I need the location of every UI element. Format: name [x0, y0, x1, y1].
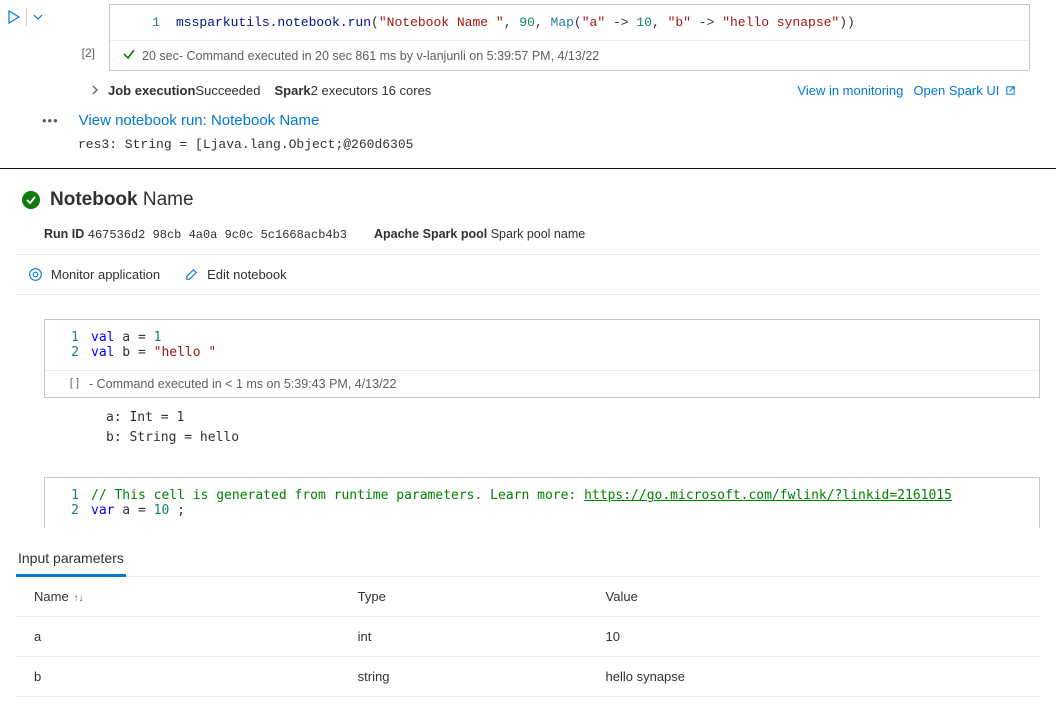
runid-label: Run ID	[44, 227, 84, 241]
table-row[interactable]: b string hello synapse	[16, 657, 1040, 697]
tab-input-parameters[interactable]: Input parameters	[16, 544, 126, 577]
view-monitoring-link[interactable]: View in monitoring	[797, 83, 903, 98]
exec-detail: - Command executed in < 1 ms on 5:39:43 …	[89, 377, 396, 391]
success-icon	[122, 47, 136, 64]
runid-value: 467536d2 98cb 4a0a 9c0c 5c1668acb4b3	[88, 228, 347, 242]
col-name[interactable]: Name ↑↓	[16, 577, 340, 617]
monitor-application-button[interactable]: Monitor application	[28, 267, 160, 282]
spark-pool-label: Apache Spark pool	[374, 227, 487, 241]
divider	[26, 8, 27, 26]
cell-exec-count: [2]	[55, 46, 95, 60]
edit-notebook-button[interactable]: Edit notebook	[184, 267, 287, 282]
spark-detail: 2 executors 16 cores	[311, 83, 432, 98]
col-type[interactable]: Type	[340, 577, 588, 617]
code-line[interactable]: // This cell is generated from runtime p…	[91, 488, 952, 503]
code-line[interactable]: val a = 1	[91, 330, 216, 345]
line-number: 2	[45, 345, 79, 360]
line-number: 1	[110, 15, 176, 30]
job-status: Succeeded	[195, 83, 260, 98]
spark-label: Spark	[274, 83, 310, 98]
line-number: 2	[45, 503, 79, 518]
sort-icon[interactable]: ↑↓	[71, 593, 84, 604]
code-line[interactable]: val b = "hello "	[91, 345, 216, 360]
result-output: res3: String = [Ljava.lang.Object;@260d6…	[0, 133, 1056, 164]
code-line[interactable]: mssparkutils.notebook.run("Notebook Name…	[176, 15, 1029, 30]
more-icon[interactable]: •••	[42, 113, 59, 128]
exec-detail: - Command executed in 20 sec 861 ms by v…	[179, 49, 599, 63]
line-number: 1	[45, 330, 79, 345]
spark-pool-value: Spark pool name	[491, 227, 586, 241]
code-line[interactable]: var a = 10 ;	[91, 503, 952, 518]
params-table: Name ↑↓ Type Value a int 10 b string hel…	[16, 577, 1040, 697]
section-divider	[0, 168, 1056, 169]
open-spark-ui-link[interactable]: Open Spark UI	[913, 83, 1016, 98]
status-success-icon	[22, 191, 40, 209]
code-cell[interactable]: 1 2 // This cell is generated from runti…	[44, 477, 1040, 528]
notebook-title: Notebook Name	[50, 189, 194, 211]
divider	[16, 294, 1040, 295]
code-cell[interactable]: 1 2 val a = 1 val b = "hello " [ ] - Com…	[44, 319, 1040, 398]
job-exec-label: Job execution	[108, 83, 195, 98]
view-notebook-run-link[interactable]: View notebook run: Notebook Name	[79, 112, 320, 129]
run-cell-button[interactable]	[6, 9, 22, 25]
divider	[16, 254, 1040, 255]
line-number: 1	[45, 488, 79, 503]
exec-duration: 20 sec	[142, 49, 179, 63]
cell-exec-count: [ ]	[45, 377, 89, 391]
cell-output: a: Int = 1 b: String = hello	[44, 398, 1040, 447]
run-dropdown-button[interactable]	[31, 10, 45, 24]
col-value[interactable]: Value	[588, 577, 1040, 617]
code-cell[interactable]: 1 mssparkutils.notebook.run("Notebook Na…	[109, 4, 1030, 71]
table-row[interactable]: a int 10	[16, 617, 1040, 657]
chevron-right-icon[interactable]	[90, 83, 100, 98]
